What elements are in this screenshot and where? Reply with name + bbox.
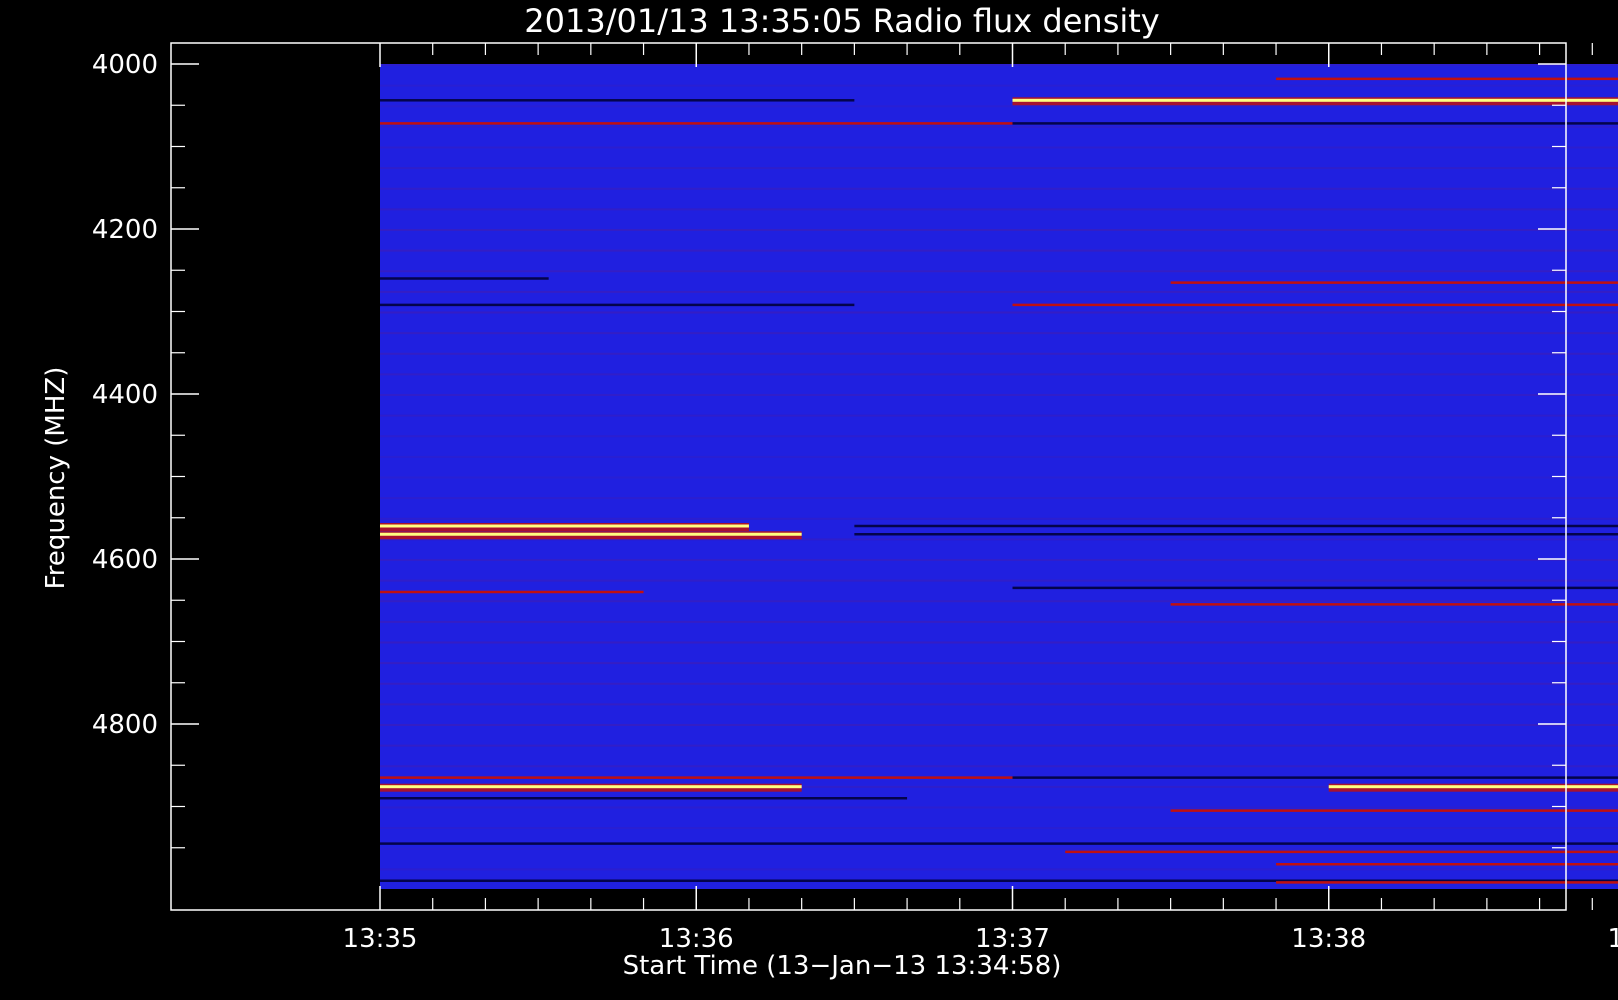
texture-band — [380, 187, 1618, 190]
emission-band — [1012, 122, 1618, 125]
emission-band — [1012, 98, 1618, 102]
emission-band — [380, 303, 855, 307]
texture-band — [380, 641, 1618, 644]
emission-band — [1170, 603, 1618, 606]
texture-band — [380, 229, 1618, 231]
x-axis-label: Start Time (13−Jan−13 13:34:58) — [623, 951, 1062, 981]
emission-band — [854, 524, 1618, 528]
texture-band — [380, 455, 1618, 458]
texture-band — [380, 290, 1618, 293]
chart-title: 2013/01/13 13:35:05 Radio flux density — [524, 2, 1159, 40]
texture-band — [380, 311, 1618, 314]
texture-band — [380, 249, 1618, 252]
x-tick-label: 13:39 — [1608, 924, 1618, 954]
texture-band — [380, 125, 1618, 128]
emission-band — [380, 797, 908, 800]
emission-band — [380, 277, 549, 280]
texture-band — [380, 332, 1618, 335]
x-tick-label: 13:35 — [343, 924, 418, 954]
texture-band — [380, 84, 1618, 87]
x-tick-label: 13:38 — [1291, 924, 1366, 954]
x-tick-label: 13:36 — [659, 924, 734, 954]
texture-band — [380, 620, 1618, 623]
texture-band — [380, 146, 1618, 149]
emission-band — [1012, 586, 1618, 590]
y-tick-label: 4600 — [92, 545, 158, 575]
texture-band — [380, 352, 1618, 355]
emission-band — [1065, 850, 1618, 854]
texture-band — [380, 373, 1618, 376]
texture-band — [380, 394, 1618, 396]
y-tick-label: 4200 — [92, 215, 158, 245]
y-tick-label: 4800 — [92, 710, 158, 740]
texture-band — [380, 682, 1618, 685]
emission-band — [380, 590, 644, 594]
texture-band — [380, 579, 1618, 582]
texture-band — [380, 703, 1618, 706]
texture-band — [380, 600, 1618, 603]
texture-band — [380, 765, 1618, 768]
emission-band — [1170, 281, 1618, 284]
texture-band — [380, 167, 1618, 170]
emission-band — [380, 842, 1618, 845]
emission-band — [380, 99, 855, 102]
texture-band — [380, 517, 1618, 520]
emission-band — [380, 524, 749, 528]
texture-band — [380, 806, 1618, 809]
emission-band — [380, 122, 1013, 125]
emission-band — [380, 532, 802, 536]
texture-band — [380, 64, 1618, 66]
y-tick-label: 4000 — [92, 50, 158, 80]
texture-band — [380, 105, 1618, 108]
texture-band — [380, 827, 1618, 830]
texture-band — [380, 208, 1618, 211]
texture-band — [380, 270, 1618, 273]
emission-band — [380, 785, 802, 789]
texture-band — [380, 724, 1618, 726]
emission-band — [1012, 303, 1618, 307]
texture-band — [380, 744, 1618, 747]
spectrogram-chart: 2013/01/13 13:35:05 Radio flux density 1… — [0, 0, 1618, 1000]
texture-band — [380, 435, 1618, 438]
emission-band — [1328, 785, 1618, 789]
texture-band — [380, 662, 1618, 665]
emission-band — [854, 533, 1618, 536]
texture-band — [380, 847, 1618, 850]
y-tick-label: 4400 — [92, 380, 158, 410]
texture-band — [380, 497, 1618, 500]
texture-band — [380, 414, 1618, 417]
x-tick-label: 13:37 — [975, 924, 1050, 954]
emission-band — [1170, 809, 1618, 812]
emission-band — [380, 776, 1013, 779]
emission-band — [1012, 776, 1618, 779]
y-axis-label: Frequency (MHZ) — [41, 367, 71, 590]
texture-band — [380, 868, 1618, 871]
heatmap-area — [380, 64, 1618, 889]
texture-band — [380, 476, 1618, 479]
texture-band — [380, 559, 1618, 561]
